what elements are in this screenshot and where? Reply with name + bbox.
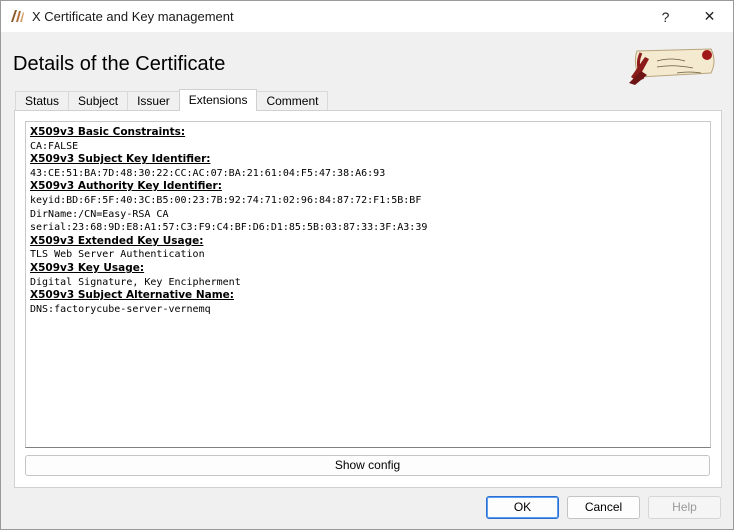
help-button[interactable]: Help: [648, 496, 721, 519]
subject-key-identifier-value: 43:CE:51:BA:7D:48:30:22:CC:AC:07:BA:21:6…: [30, 167, 386, 179]
tab-issuer[interactable]: Issuer: [127, 91, 180, 111]
tab-extensions[interactable]: Extensions: [178, 89, 258, 111]
subject-alt-name-value: DNS:factorycube-server-vernemq: [30, 303, 211, 315]
key-usage-value: Digital Signature, Key Encipherment: [30, 276, 241, 288]
help-icon[interactable]: ?: [643, 1, 688, 32]
authority-keyid-value: keyid:BD:6F:5F:40:3C:B5:00:23:7B:92:74:7…: [30, 194, 422, 206]
authority-key-identifier-heading: X509v3 Authority Key Identifier:: [30, 180, 222, 193]
extensions-panel: X509v3 Basic Constraints: CA:FALSE X509v…: [14, 110, 722, 488]
xca-parchment-logo: [629, 48, 715, 85]
tab-subject[interactable]: Subject: [68, 91, 129, 111]
cancel-button[interactable]: Cancel: [567, 496, 640, 519]
extended-key-usage-value: TLS Web Server Authentication: [30, 249, 205, 261]
key-usage-heading: X509v3 Key Usage:: [30, 261, 145, 274]
xca-app-icon: [11, 10, 24, 22]
basic-constraints-value: CA:FALSE: [30, 140, 79, 152]
window-title: X Certificate and Key management: [32, 9, 234, 24]
authority-dirname-value: DirName:/CN=Easy-RSA CA: [30, 208, 169, 220]
extended-key-usage-heading: X509v3 Extended Key Usage:: [30, 234, 204, 247]
tab-comment[interactable]: Comment: [256, 91, 329, 111]
page-title: Details of the Certificate: [13, 53, 226, 75]
tab-bar: Status Subject Issuer Extensions Comment: [15, 89, 329, 111]
title-bar: X Certificate and Key management ? ✕: [1, 1, 733, 32]
subject-alt-name-heading: X509v3 Subject Alternative Name:: [30, 289, 234, 302]
dialog-window: X Certificate and Key management ? ✕ Det…: [0, 0, 734, 530]
ok-button[interactable]: OK: [486, 496, 559, 519]
show-config-button[interactable]: Show config: [25, 455, 710, 476]
subject-key-identifier-heading: X509v3 Subject Key Identifier:: [30, 153, 211, 166]
authority-serial-value: serial:23:68:9D:E8:A1:57:C3:F9:C4:BF:D6:…: [30, 222, 428, 234]
extensions-textbox[interactable]: X509v3 Basic Constraints: CA:FALSE X509v…: [25, 121, 711, 448]
basic-constraints-heading: X509v3 Basic Constraints:: [30, 126, 186, 138]
tab-status[interactable]: Status: [15, 91, 70, 111]
close-icon[interactable]: ✕: [687, 1, 732, 32]
